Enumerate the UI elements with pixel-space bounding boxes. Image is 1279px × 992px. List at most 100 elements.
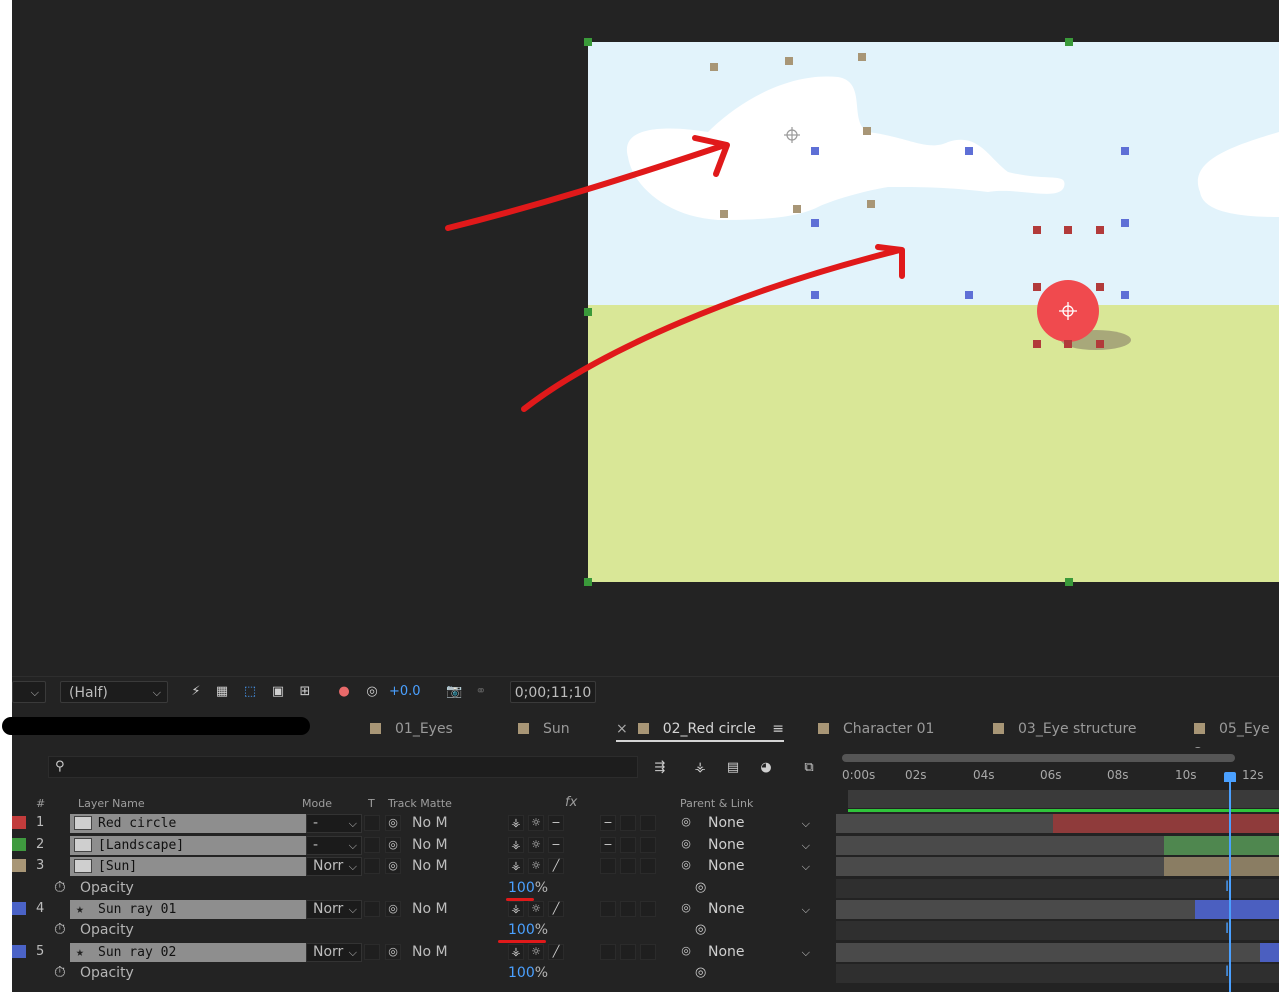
- cti-handle[interactable]: [1224, 772, 1236, 782]
- stopwatch-icon[interactable]: ⏱: [54, 963, 66, 981]
- layer-label-color[interactable]: [12, 945, 26, 958]
- show-snapshot-icon[interactable]: ⚭: [473, 684, 489, 700]
- stopwatch-icon[interactable]: ⏱: [54, 878, 66, 896]
- shy-switch-icon[interactable]: ⚶: [508, 858, 524, 874]
- layer-duration-bar[interactable]: [836, 943, 1279, 962]
- magnification-dropdown[interactable]: ⌵: [12, 681, 46, 703]
- col-layer-name[interactable]: Layer Name: [78, 797, 145, 810]
- shy-switch-icon[interactable]: ⚶: [508, 837, 524, 853]
- track-matte-pickwhip-icon[interactable]: ◎: [385, 837, 401, 853]
- adjustment-layer-switch[interactable]: [620, 858, 636, 874]
- layer-row[interactable]: 5 ★ Sun ray 02 Norr ⌵ ◎ No M ⚶ ☼ ╱ ◎ None…: [12, 942, 1279, 963]
- fast-previews-icon[interactable]: ⚡: [188, 684, 204, 700]
- grid-guides-icon[interactable]: ⊞: [297, 684, 313, 700]
- quality-switch-icon[interactable]: −: [548, 837, 564, 853]
- layer-label-color[interactable]: [12, 859, 26, 872]
- expression-pickwhip-icon[interactable]: ◎: [695, 965, 706, 980]
- shy-layers-icon[interactable]: ⚶: [692, 760, 708, 776]
- stopwatch-icon[interactable]: ⏱: [54, 920, 66, 938]
- layer-name[interactable]: ★ Sun ray 01: [70, 900, 306, 919]
- preserve-transparency-toggle[interactable]: [364, 815, 380, 831]
- collapse-switch-icon[interactable]: ☼: [528, 837, 544, 853]
- track-matte-pickwhip-icon[interactable]: ◎: [385, 815, 401, 831]
- collapse-switch-icon[interactable]: ☼: [528, 858, 544, 874]
- 3d-layer-switch[interactable]: [640, 901, 656, 917]
- opacity-property-row[interactable]: ⏱ Opacity 100% ◎ I: [12, 920, 1279, 941]
- quality-switch-icon[interactable]: ╱: [548, 901, 564, 917]
- layer-name[interactable]: Red circle: [70, 814, 306, 833]
- 3d-layer-switch[interactable]: [640, 944, 656, 960]
- opacity-property-row[interactable]: ⏱ Opacity 100% ◎ I: [12, 963, 1279, 984]
- color-channels-icon[interactable]: ●: [336, 684, 352, 700]
- resolution-dropdown[interactable]: (Half) ⌵: [60, 681, 168, 703]
- parent-pickwhip-icon[interactable]: ◎: [678, 815, 694, 831]
- opacity-number[interactable]: 100: [508, 922, 535, 938]
- tab-03-eye-structure[interactable]: 03_Eye structure: [993, 718, 1137, 740]
- parent-dropdown[interactable]: None ⌵: [708, 836, 814, 855]
- 3d-layer-switch[interactable]: [640, 837, 656, 853]
- preserve-transparency-toggle[interactable]: [364, 858, 380, 874]
- motion-blur-switch[interactable]: [600, 858, 616, 874]
- parent-pickwhip-icon[interactable]: ◎: [678, 944, 694, 960]
- parent-dropdown[interactable]: None ⌵: [708, 943, 814, 962]
- tab-sun[interactable]: Sun: [518, 718, 570, 740]
- layer-label-color[interactable]: [12, 838, 26, 851]
- layer-active-bar[interactable]: [1164, 836, 1279, 855]
- opacity-number[interactable]: 100: [508, 880, 535, 896]
- layer-row[interactable]: 1 Red circle - ⌵ ◎ No M ⚶ ☼ − − ◎ None ⌵: [12, 813, 1279, 834]
- opacity-property-row[interactable]: ⏱ Opacity 100% ◎ I: [12, 878, 1279, 899]
- motion-blur-switch[interactable]: [600, 944, 616, 960]
- layer-label-color[interactable]: [12, 902, 26, 915]
- quality-switch-icon[interactable]: −: [548, 815, 564, 831]
- frame-blending-icon[interactable]: ▤: [725, 760, 741, 776]
- parent-dropdown[interactable]: None ⌵: [708, 900, 814, 919]
- time-navigator[interactable]: [842, 754, 1235, 762]
- quality-switch-icon[interactable]: ╱: [548, 944, 564, 960]
- track-matte-dropdown[interactable]: No M: [412, 943, 460, 962]
- layer-active-bar[interactable]: [1195, 900, 1279, 919]
- adjustment-layer-switch[interactable]: [620, 944, 636, 960]
- region-of-interest-icon[interactable]: ▣: [270, 684, 286, 700]
- parent-dropdown[interactable]: None ⌵: [708, 814, 814, 833]
- collapse-switch-icon[interactable]: ☼: [528, 901, 544, 917]
- preserve-transparency-toggle[interactable]: [364, 837, 380, 853]
- tab-character-01[interactable]: Character 01: [818, 718, 934, 740]
- adjustment-layer-switch[interactable]: [620, 837, 636, 853]
- layer-label-color[interactable]: [12, 816, 26, 829]
- track-matte-dropdown[interactable]: No M: [412, 857, 460, 876]
- blend-mode-dropdown[interactable]: Norr ⌵: [306, 857, 362, 876]
- track-matte-dropdown[interactable]: No M: [412, 836, 460, 855]
- layer-row[interactable]: 4 ★ Sun ray 01 Norr ⌵ ◎ No M ⚶ ☼ ╱ ◎ None…: [12, 899, 1279, 920]
- work-area-bar[interactable]: [848, 790, 1279, 808]
- opacity-number[interactable]: 100: [508, 965, 535, 981]
- shy-switch-icon[interactable]: ⚶: [508, 944, 524, 960]
- transparency-grid-icon[interactable]: ▦: [214, 684, 230, 700]
- layer-active-bar[interactable]: [1260, 943, 1279, 962]
- parent-dropdown[interactable]: None ⌵: [708, 857, 814, 876]
- blend-mode-dropdown[interactable]: Norr ⌵: [306, 900, 362, 919]
- track-matte-dropdown[interactable]: No M: [412, 900, 460, 919]
- layer-name[interactable]: [Landscape]: [70, 836, 306, 855]
- opacity-value[interactable]: 100%: [508, 965, 548, 981]
- blend-mode-dropdown[interactable]: - ⌵: [306, 836, 362, 855]
- 3d-layer-switch[interactable]: [640, 858, 656, 874]
- motion-blur-switch[interactable]: −: [600, 815, 616, 831]
- close-icon[interactable]: ×: [616, 721, 628, 737]
- track-matte-pickwhip-icon[interactable]: ◎: [385, 901, 401, 917]
- color-management-icon[interactable]: ◎: [364, 684, 380, 700]
- opacity-value[interactable]: 100%: [508, 922, 548, 938]
- layer-row[interactable]: 3 [Sun] Norr ⌵ ◎ No M ⚶ ☼ ╱ ◎ None ⌵: [12, 856, 1279, 877]
- collapse-switch-icon[interactable]: ☼: [528, 815, 544, 831]
- mask-visibility-icon[interactable]: ⬚: [242, 684, 258, 700]
- opacity-value[interactable]: 100%: [508, 880, 548, 896]
- tab-02-red-circle[interactable]: × 02_Red circle ≡: [616, 718, 785, 742]
- blend-mode-dropdown[interactable]: - ⌵: [306, 814, 362, 833]
- composition-mini-flowchart-icon[interactable]: ⇶: [652, 760, 668, 776]
- parent-pickwhip-icon[interactable]: ◎: [678, 837, 694, 853]
- tab-05-eye[interactable]: 05_Eye a: [1194, 718, 1279, 759]
- adjustment-layer-switch[interactable]: [620, 901, 636, 917]
- 3d-layer-switch[interactable]: [640, 815, 656, 831]
- exposure-value[interactable]: +0.0: [389, 684, 421, 699]
- parent-pickwhip-icon[interactable]: ◎: [678, 858, 694, 874]
- collapse-switch-icon[interactable]: ☼: [528, 944, 544, 960]
